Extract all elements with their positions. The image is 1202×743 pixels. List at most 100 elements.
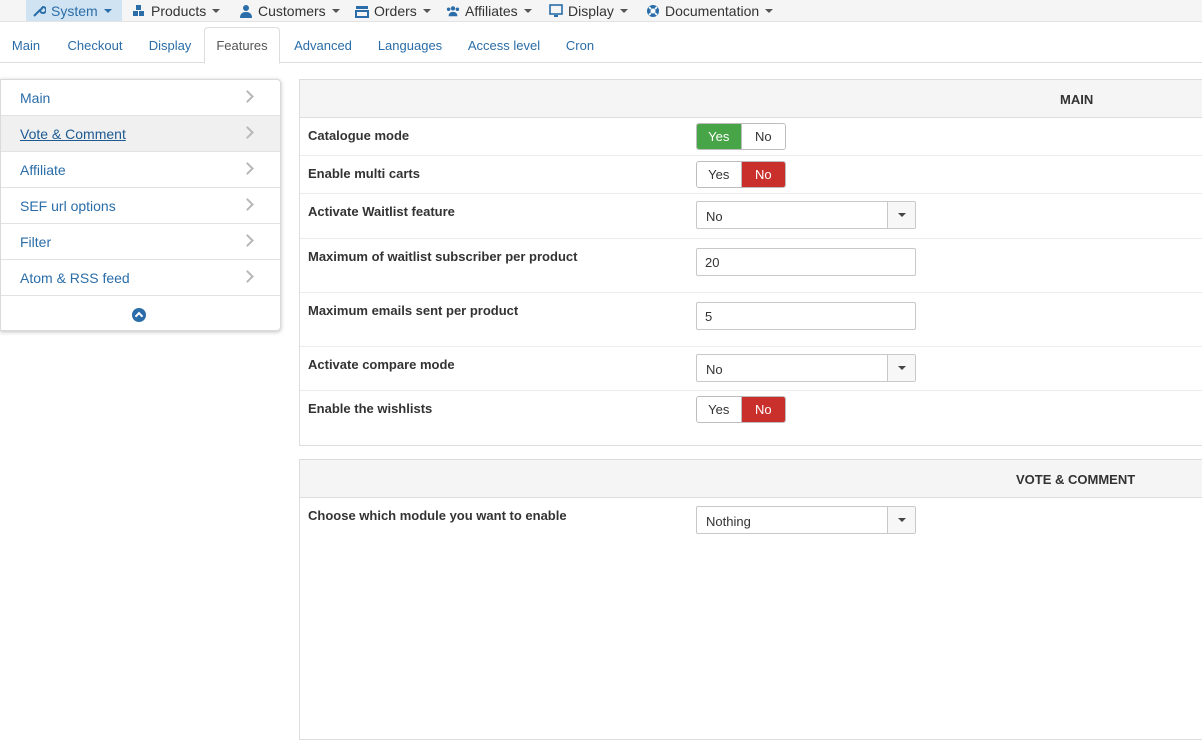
vote-comment-panel: VOTE & COMMENT Choose which module you w… <box>299 459 1202 740</box>
sidebar-item-label: Vote & Comment <box>20 125 126 142</box>
setting-label: Choose which module you want to enable <box>308 508 567 523</box>
compare-mode-select[interactable]: No <box>696 354 916 382</box>
menu-label: Display <box>568 2 614 19</box>
sidebar-item-label: Filter <box>20 233 52 250</box>
toggle-yes[interactable]: Yes <box>697 162 741 187</box>
wrench-icon <box>33 5 46 17</box>
cubes-icon <box>133 4 144 16</box>
menu-display[interactable]: Display <box>543 0 634 21</box>
setting-row-waitlist-max: Maximum of waitlist subscriber per produ… <box>300 239 1202 293</box>
panel-title: VOTE & COMMENT <box>1016 472 1136 487</box>
vote-module-select[interactable]: Nothing <box>696 506 916 534</box>
catalogue-mode-toggle[interactable]: Yes No <box>696 123 786 150</box>
collapse-up-icon[interactable] <box>132 308 146 322</box>
panel-header: VOTE & COMMENT <box>300 460 1202 498</box>
caret-down-icon[interactable] <box>887 507 915 533</box>
sidebar-item-label: Main <box>20 89 51 106</box>
menu-customers[interactable]: Customers <box>233 0 346 21</box>
toggle-yes[interactable]: Yes <box>697 397 741 422</box>
caret-down-icon <box>765 8 774 13</box>
wishlists-toggle[interactable]: Yes No <box>696 396 786 423</box>
menu-documentation[interactable]: Documentation <box>640 0 779 21</box>
toggle-no[interactable]: No <box>740 124 785 149</box>
menu-affiliates[interactable]: Affiliates <box>440 0 538 21</box>
tab-access-level[interactable]: Access level <box>458 27 550 63</box>
setting-label: Activate Waitlist feature <box>308 204 455 219</box>
menu-products[interactable]: Products <box>126 0 226 21</box>
tab-cron[interactable]: Cron <box>556 27 604 63</box>
select-value: No <box>706 362 723 377</box>
setting-row-vote-module: Choose which module you want to enable N… <box>300 498 1202 543</box>
sidebar-item-label: Atom & RSS feed <box>20 269 130 286</box>
panel-title: MAIN <box>1060 92 1094 107</box>
setting-label: Maximum emails sent per product <box>308 303 519 318</box>
sidebar-item-sef-url[interactable]: SEF url options <box>1 188 280 224</box>
users-icon <box>446 5 460 16</box>
caret-down-icon[interactable] <box>887 355 915 381</box>
setting-label: Enable the wishlists <box>308 401 433 416</box>
sidebar-item-atom-rss[interactable]: Atom & RSS feed <box>1 260 280 296</box>
monitor-icon <box>549 3 563 17</box>
tab-display[interactable]: Display <box>138 27 202 63</box>
sidebar-item-affiliate[interactable]: Affiliate <box>1 152 280 188</box>
select-value: Nothing <box>706 514 751 529</box>
features-sidebar: Main Vote & Comment Affiliate SEF url op… <box>0 79 281 331</box>
toggle-no[interactable]: No <box>740 162 785 187</box>
lifebuoy-icon <box>647 4 659 17</box>
menu-orders[interactable]: Orders <box>349 0 437 21</box>
settings-tabbar: Main Checkout Display Features Advanced … <box>0 22 1202 64</box>
menu-label: Customers <box>258 2 326 19</box>
tab-advanced[interactable]: Advanced <box>284 27 362 63</box>
select-value: No <box>706 209 723 224</box>
chevron-right-icon <box>241 234 254 247</box>
waitlist-max-input[interactable] <box>696 248 916 276</box>
setting-row-catalogue-mode: Catalogue mode Yes No <box>300 118 1202 156</box>
max-emails-input[interactable] <box>696 302 916 330</box>
sidebar-item-main[interactable]: Main <box>1 80 280 116</box>
menu-label: Documentation <box>665 2 760 19</box>
caret-down-icon <box>212 8 221 13</box>
setting-row-multi-carts: Enable multi carts Yes No <box>300 156 1202 194</box>
setting-row-compare-mode: Activate compare mode No <box>300 347 1202 391</box>
sidebar-item-filter[interactable]: Filter <box>1 224 280 260</box>
main-settings-panel: MAIN Catalogue mode Yes No Enable multi … <box>299 79 1202 446</box>
orders-icon <box>355 5 369 18</box>
tab-checkout[interactable]: Checkout <box>56 27 134 63</box>
user-icon <box>240 4 252 18</box>
sidebar-item-label: SEF url options <box>20 197 116 214</box>
chevron-right-icon <box>241 126 254 139</box>
setting-row-waitlist: Activate Waitlist feature No <box>300 194 1202 239</box>
setting-label: Enable multi carts <box>308 166 420 181</box>
toggle-no[interactable]: No <box>740 397 785 422</box>
chevron-right-icon <box>241 162 254 175</box>
multi-carts-toggle[interactable]: Yes No <box>696 161 786 188</box>
sidebar-item-label: Affiliate <box>20 161 66 178</box>
top-menubar: System Products Customers Orders Affilia… <box>0 0 1202 22</box>
caret-down-icon <box>103 8 112 13</box>
setting-label: Catalogue mode <box>308 128 410 143</box>
toggle-yes[interactable]: Yes <box>697 124 741 149</box>
menu-label: Affiliates <box>465 2 518 19</box>
chevron-right-icon <box>241 198 254 211</box>
chevron-right-icon <box>241 270 254 283</box>
setting-label: Activate compare mode <box>308 357 455 372</box>
tab-languages[interactable]: Languages <box>366 27 454 63</box>
menu-label: Orders <box>374 2 417 19</box>
setting-row-max-emails: Maximum emails sent per product <box>300 293 1202 347</box>
caret-down-icon <box>422 8 431 13</box>
setting-row-wishlists: Enable the wishlists Yes No <box>300 391 1202 445</box>
caret-down-icon[interactable] <box>887 202 915 228</box>
menu-label: System <box>51 2 98 19</box>
setting-label: Maximum of waitlist subscriber per produ… <box>308 249 578 264</box>
tab-main[interactable]: Main <box>0 27 52 63</box>
menu-system[interactable]: System <box>26 0 122 21</box>
caret-down-icon <box>619 8 628 13</box>
waitlist-select[interactable]: No <box>696 201 916 229</box>
tab-features[interactable]: Features <box>204 27 280 64</box>
menu-label: Products <box>151 2 207 19</box>
caret-down-icon <box>331 8 340 13</box>
panel-header: MAIN <box>300 80 1202 118</box>
caret-down-icon <box>523 8 532 13</box>
sidebar-item-vote-comment[interactable]: Vote & Comment <box>1 116 280 152</box>
chevron-right-icon <box>241 90 254 103</box>
